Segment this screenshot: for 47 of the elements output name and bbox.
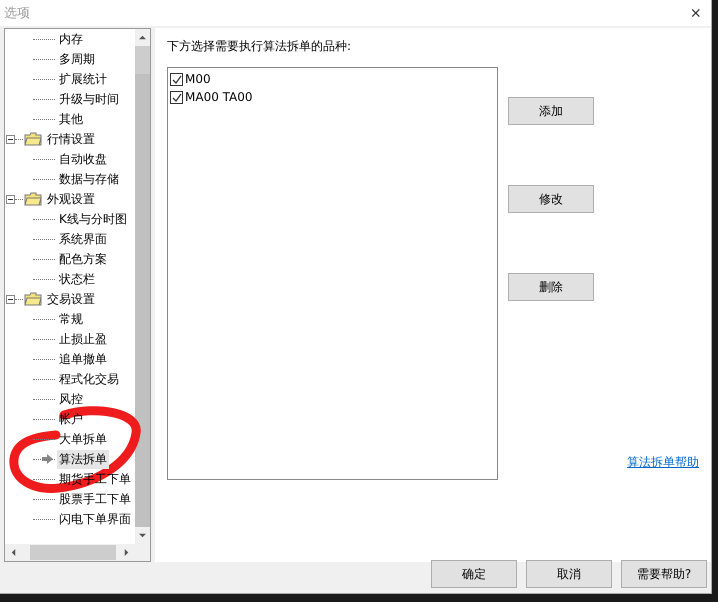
tree-item[interactable]: 闪电下单界面 bbox=[57, 510, 133, 528]
arrow-icon bbox=[41, 454, 53, 464]
symbol-label: M00 bbox=[185, 72, 211, 86]
tree-folder[interactable]: 行情设置 bbox=[45, 130, 97, 148]
scrollbar-thumb[interactable] bbox=[30, 545, 116, 560]
scrollbar-thumb[interactable] bbox=[135, 74, 150, 527]
tree-item[interactable]: 追单撤单 bbox=[57, 350, 109, 368]
scroll-up-icon[interactable] bbox=[139, 34, 146, 41]
help-link[interactable]: 算法拆单帮助 bbox=[627, 454, 699, 480]
dialog-button[interactable]: 取消 bbox=[526, 560, 612, 588]
tree-item[interactable]: K线与分时图 bbox=[57, 210, 129, 228]
collapse-icon[interactable] bbox=[6, 134, 15, 144]
tree-item[interactable]: 配色方案 bbox=[57, 250, 109, 268]
tree-item[interactable]: 止损止盈 bbox=[57, 330, 109, 348]
scroll-right-icon[interactable] bbox=[123, 549, 130, 556]
scroll-left-icon[interactable] bbox=[10, 549, 17, 556]
tree-item[interactable]: 扩展统计 bbox=[57, 70, 109, 88]
side-button[interactable]: 修改 bbox=[508, 185, 594, 213]
checkbox[interactable] bbox=[170, 72, 183, 86]
tree-item[interactable]: 算法拆单 bbox=[57, 450, 109, 468]
side-button[interactable]: 删除 bbox=[508, 273, 594, 301]
tree-item[interactable]: 其他 bbox=[57, 110, 85, 128]
dialog-button[interactable]: 确定 bbox=[431, 560, 517, 588]
tree-folder[interactable]: 交易设置 bbox=[45, 290, 97, 308]
scroll-down-icon[interactable] bbox=[139, 532, 146, 539]
dialog-button[interactable]: 需要帮助? bbox=[621, 560, 707, 588]
tree-item[interactable]: 股票手工下单 bbox=[57, 490, 133, 508]
side-button[interactable]: 添加 bbox=[508, 97, 594, 125]
collapse-icon[interactable] bbox=[6, 294, 15, 304]
tree-item[interactable]: 多周期 bbox=[57, 50, 97, 68]
tree-item[interactable]: 程式化交易 bbox=[57, 370, 121, 388]
tree-item[interactable]: 升级与时间 bbox=[57, 90, 121, 108]
tree-item[interactable]: 风控 bbox=[57, 390, 85, 408]
symbol-label: MA00 TA00 bbox=[185, 90, 253, 104]
close-button[interactable]: × bbox=[686, 4, 705, 22]
tree-item[interactable]: 自动收盘 bbox=[57, 150, 109, 168]
tree-item[interactable]: 大单拆单 bbox=[57, 430, 109, 448]
tree-item[interactable]: 数据与存储 bbox=[57, 170, 121, 188]
tree-item[interactable]: 系统界面 bbox=[57, 230, 109, 248]
tree-item[interactable]: 状态栏 bbox=[57, 270, 97, 288]
checkbox[interactable] bbox=[170, 90, 183, 104]
collapse-icon[interactable] bbox=[6, 194, 15, 204]
tree-item[interactable]: 内存 bbox=[57, 30, 85, 48]
tree-folder[interactable]: 外观设置 bbox=[45, 190, 97, 208]
window-title: 选项 bbox=[4, 5, 30, 22]
instruction-text: 下方选择需要执行算法拆单的品种: bbox=[167, 38, 352, 55]
tree-item[interactable]: 常规 bbox=[57, 310, 85, 328]
